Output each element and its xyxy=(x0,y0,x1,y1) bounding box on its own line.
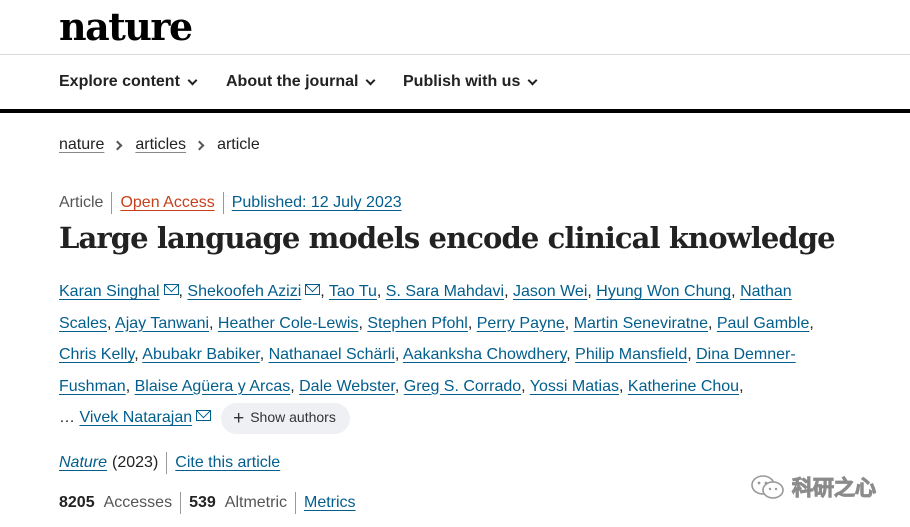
author-link[interactable]: Stephen Pfohl xyxy=(367,315,468,332)
divider xyxy=(295,492,296,514)
article-title: Large language models encode clinical kn… xyxy=(59,221,836,255)
author-link[interactable]: Heather Cole-Lewis xyxy=(218,315,359,332)
author-link[interactable]: Ajay Tanwani xyxy=(115,315,209,332)
divider xyxy=(166,452,168,474)
metrics-link[interactable]: Metrics xyxy=(304,494,356,512)
author-link[interactable]: Martin Seneviratne xyxy=(574,315,708,332)
author-list: Karan Singhal, Shekoofeh Azizi, Tao Tu, … xyxy=(59,276,824,434)
nav-item-label: Explore content xyxy=(59,73,180,90)
site-header: nature xyxy=(0,0,910,55)
show-authors-button[interactable]: + Show authors xyxy=(221,402,350,434)
wechat-icon xyxy=(751,475,784,499)
author-link[interactable]: Philip Mansfield xyxy=(575,346,687,363)
nav-about-the-journal[interactable]: About the journal xyxy=(226,73,376,91)
author-link[interactable]: Dale Webster xyxy=(299,378,395,395)
publication-year: (2023) xyxy=(112,454,159,471)
breadcrumb: nature articles article xyxy=(59,136,260,154)
breadcrumb-current: article xyxy=(217,136,260,153)
divider xyxy=(111,192,113,214)
article-type: Article xyxy=(59,194,104,211)
divider xyxy=(180,492,182,514)
chevron-right-icon xyxy=(112,140,123,150)
nav-item-label: Publish with us xyxy=(403,73,521,90)
cite-this-article-link[interactable]: Cite this article xyxy=(175,454,280,472)
breadcrumb-nature[interactable]: nature xyxy=(59,136,104,154)
show-authors-label: Show authors xyxy=(250,409,336,426)
altmetric-label: Altmetric xyxy=(224,494,287,511)
author-link[interactable]: Tao Tu xyxy=(329,283,377,300)
open-access-link[interactable]: Open Access xyxy=(120,194,214,212)
author-link[interactable]: Katherine Chou xyxy=(628,378,739,395)
author-link[interactable]: Shekoofeh Azizi xyxy=(187,283,301,300)
author-link[interactable]: Greg S. Corrado xyxy=(404,378,521,395)
author-link[interactable]: S. Sara Mahdavi xyxy=(386,283,504,300)
nav-publish-with-us[interactable]: Publish with us xyxy=(403,73,538,91)
email-icon[interactable] xyxy=(305,284,321,295)
accesses-label: Accesses xyxy=(103,494,173,511)
divider xyxy=(222,192,224,214)
email-icon[interactable] xyxy=(196,410,212,422)
author-link[interactable]: Blaise Agüera y Arcas xyxy=(135,378,291,395)
published-date-link[interactable]: Published: 12 July 2023 xyxy=(232,194,402,212)
author-link[interactable]: Jason Wei xyxy=(513,283,587,300)
nav-explore-content[interactable]: Explore content xyxy=(59,73,198,91)
author-link[interactable]: Vivek Natarajan xyxy=(79,409,192,426)
author-link[interactable]: Nathanael Schärli xyxy=(269,346,395,363)
email-icon[interactable] xyxy=(163,284,179,295)
nature-logo[interactable]: nature xyxy=(59,4,193,50)
author-link[interactable]: Karan Singhal xyxy=(59,283,160,300)
main-nav: Explore content About the journal Publis… xyxy=(0,55,910,113)
watermark-text: 科研之心 xyxy=(792,477,877,501)
journal-link[interactable]: Nature xyxy=(59,454,107,472)
chevron-down-icon xyxy=(527,75,538,85)
author-link[interactable]: Abubakr Babiker xyxy=(142,346,259,363)
chevron-right-icon xyxy=(194,140,205,150)
accesses-count: 8205 xyxy=(59,494,95,511)
breadcrumb-articles[interactable]: articles xyxy=(135,136,186,154)
altmetric-score: 539 xyxy=(189,494,216,511)
chevron-down-icon xyxy=(365,75,376,85)
author-link[interactable]: Chris Kelly xyxy=(59,346,134,363)
author-link[interactable]: Aakanksha Chowdhery xyxy=(403,346,566,363)
author-link[interactable]: Hyung Won Chung xyxy=(596,283,731,300)
chevron-down-icon xyxy=(187,75,198,85)
article-meta: Article Open Access Published: 12 July 2… xyxy=(59,192,402,214)
plus-icon: + xyxy=(233,407,245,429)
article-metrics: 8205 Accesses 539 Altmetric Metrics xyxy=(59,492,356,514)
author-link[interactable]: Yossi Matias xyxy=(530,378,619,395)
nav-item-label: About the journal xyxy=(226,73,359,90)
author-link[interactable]: Perry Payne xyxy=(477,315,565,332)
author-ellipsis: … xyxy=(59,409,75,427)
citation-row: Nature (2023) Cite this article xyxy=(59,452,280,474)
watermark: 科研之心 xyxy=(750,472,877,502)
author-link[interactable]: Paul Gamble xyxy=(717,315,810,332)
